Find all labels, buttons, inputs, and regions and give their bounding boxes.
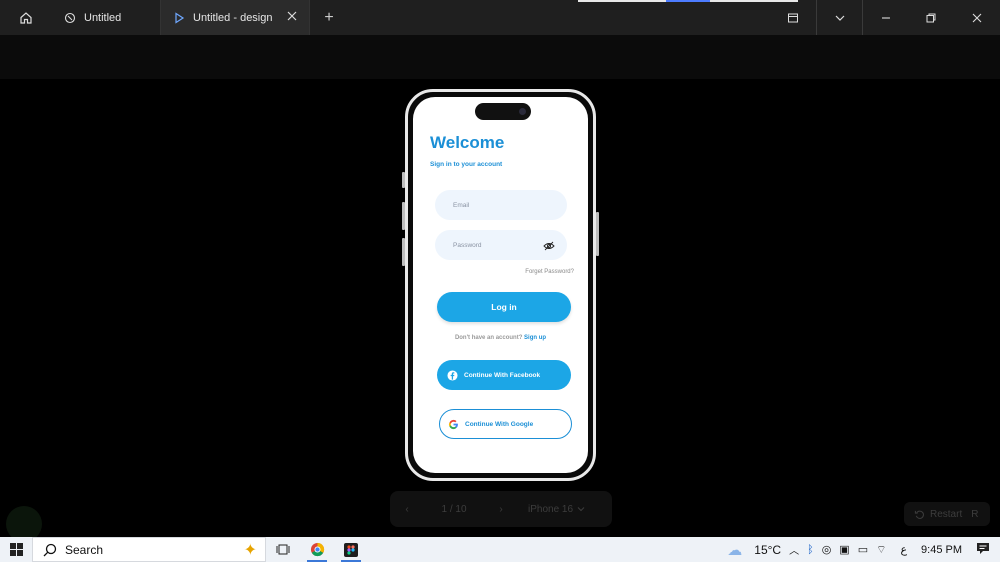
taskbar-search[interactable]: Search ✦ [32, 537, 266, 562]
email-field[interactable] [435, 190, 567, 220]
next-page-icon[interactable]: › [484, 504, 518, 515]
device-label: iPhone 16 [528, 503, 574, 515]
page-title: Welcome [430, 133, 505, 152]
close-window-button[interactable] [954, 0, 1000, 35]
google-login-button[interactable]: Continue With Google [439, 409, 572, 439]
login-button[interactable]: Log in [437, 292, 571, 322]
forgot-password-link[interactable]: Forget Password? [525, 269, 574, 275]
panel-icon [788, 13, 798, 22]
phone-screen: Welcome Sign in to your account Forget P… [413, 97, 588, 473]
phone-frame: Welcome Sign in to your account Forget P… [402, 89, 599, 481]
google-button-label: Continue With Google [465, 420, 534, 428]
temperature[interactable]: 15°C [754, 543, 781, 557]
page-indicator: 1 / 10 [441, 503, 467, 515]
chevron-down-icon [577, 507, 585, 512]
task-view-button[interactable] [266, 537, 300, 562]
password-field[interactable] [435, 230, 567, 260]
title-bar: Untitled Untitled - design + [0, 0, 1000, 35]
search-icon [43, 543, 57, 556]
windows-icon [9, 543, 23, 556]
tab-untitled[interactable]: Untitled [52, 0, 160, 35]
weather-icon[interactable]: ☁ [727, 541, 742, 559]
battery-icon[interactable]: ▭ [858, 543, 868, 556]
restart-label: Restart [930, 508, 963, 520]
tab-label: Untitled - design [193, 11, 273, 24]
home-icon [20, 11, 32, 24]
restart-shortcut: R [971, 508, 979, 520]
task-view-icon [276, 544, 290, 555]
no-account-text: Don't have an account? [454, 335, 523, 341]
restart-button[interactable]: Restart R [904, 502, 990, 526]
system-tray: ☁ 15°C ︿ ᛒ ◎ ▣ ▭ ⌔ ع 9:45 PM [727, 541, 1000, 559]
phone-power-button [596, 212, 599, 256]
email-input[interactable] [435, 190, 567, 220]
restore-icon [926, 13, 936, 22]
title-drag-area [348, 0, 798, 35]
device-selector[interactable]: iPhone 16 [528, 504, 585, 515]
bluetooth-icon[interactable]: ᛒ [807, 544, 814, 556]
loading-bar [578, 0, 798, 2]
start-button[interactable] [0, 543, 32, 556]
facebook-login-button[interactable]: Continue With Facebook [437, 360, 571, 390]
prototype-pager: ‹ 1 / 10 › iPhone 16 [390, 491, 612, 527]
phone-volume-up [402, 202, 405, 230]
facebook-button-label: Continue With Facebook [464, 371, 541, 379]
home-button[interactable] [0, 0, 52, 35]
figma-taskbar-button[interactable] [334, 537, 368, 562]
menu-dropdown-button[interactable] [816, 0, 862, 35]
chevron-up-icon[interactable]: ︿ [789, 542, 799, 557]
dynamic-island [475, 103, 531, 120]
signup-prompt: Don't have an account? Sign up [413, 335, 588, 341]
camera-icon[interactable]: ▣ [839, 543, 849, 556]
restore-button[interactable] [908, 0, 954, 35]
chrome-taskbar-button[interactable] [300, 537, 334, 562]
notifications-icon[interactable] [976, 542, 990, 558]
signup-link[interactable]: Sign up [524, 335, 546, 341]
figma-icon [344, 542, 358, 557]
chevron-down-icon [835, 15, 844, 21]
prev-page-icon[interactable]: ‹ [390, 504, 424, 515]
wifi-icon[interactable]: ⌔ [876, 543, 886, 557]
prototype-toolbar [0, 35, 1000, 79]
restart-icon [914, 510, 924, 519]
close-icon [972, 13, 982, 22]
eye-off-icon[interactable] [543, 239, 555, 257]
phone-volume-down [402, 238, 405, 266]
new-tab-button[interactable]: + [310, 0, 348, 35]
phone-action-button [402, 172, 405, 188]
minimize-button[interactable] [862, 0, 908, 35]
play-icon [173, 11, 185, 24]
tab-untitled-design[interactable]: Untitled - design [160, 0, 310, 35]
sparkle-icon: ✦ [243, 541, 257, 559]
panel-toggle-button[interactable] [770, 0, 816, 35]
close-tab-icon[interactable] [287, 11, 297, 24]
people-icon[interactable]: ◎ [822, 543, 832, 556]
clock[interactable]: 9:45 PM [921, 544, 962, 556]
facebook-icon [447, 369, 458, 381]
tab-label: Untitled [84, 11, 122, 24]
language-indicator[interactable]: ع [900, 543, 907, 556]
page-subtitle: Sign in to your account [430, 161, 503, 168]
figma-file-icon [64, 12, 76, 24]
google-icon [448, 419, 459, 430]
search-label: Search [65, 542, 104, 557]
minimize-icon [881, 16, 890, 19]
taskbar: Search ✦ ☁ 15°C ︿ ᛒ ◎ ▣ ▭ ⌔ ع 9:45 PM [0, 537, 1000, 562]
chrome-icon [310, 542, 324, 557]
